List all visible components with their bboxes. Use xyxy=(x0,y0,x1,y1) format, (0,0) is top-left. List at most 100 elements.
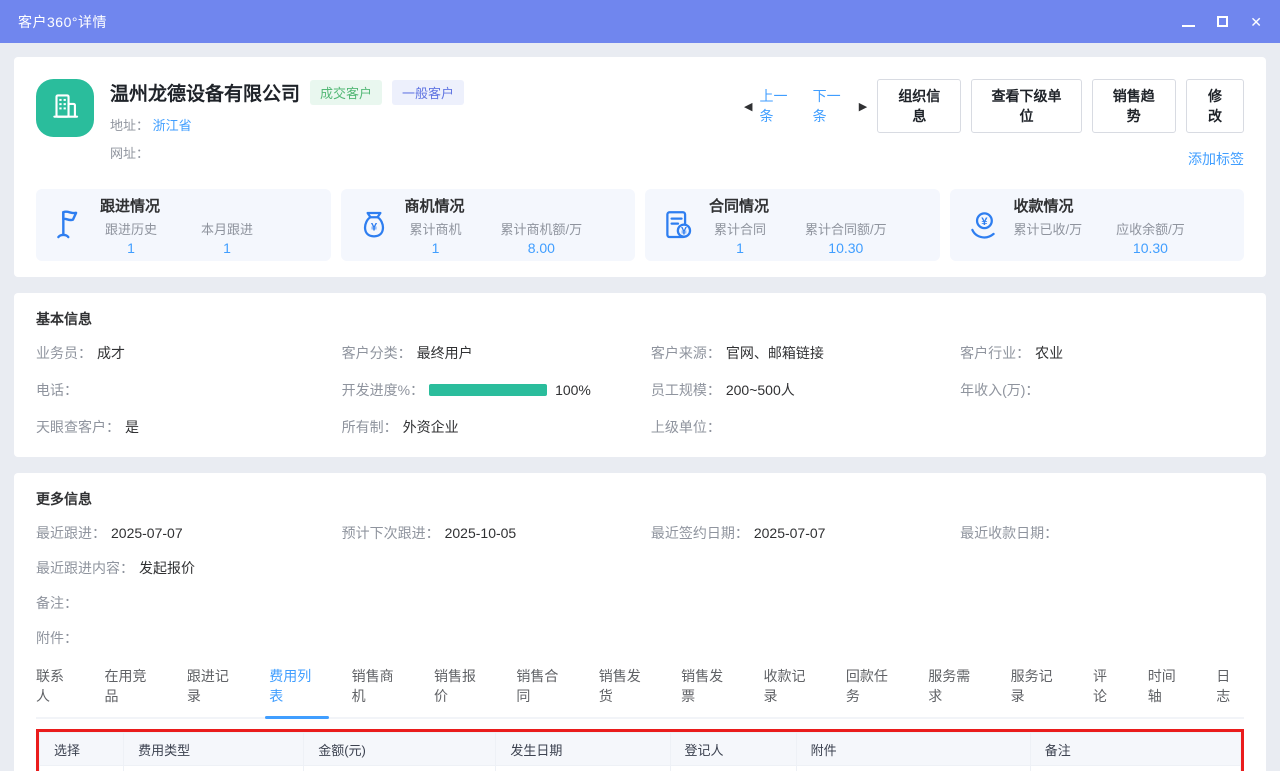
more-info-card: 更多信息 最近跟进： 2025-07-07 预计下次跟进： 2025-10-05… xyxy=(14,473,1266,771)
field-attachment: 附件： xyxy=(36,628,1244,648)
field-salesperson: 业务员： 成才 xyxy=(36,343,342,363)
sales-trend-button[interactable]: 销售趋势 xyxy=(1092,79,1176,133)
tab-collection-tasks[interactable]: 回款任务 xyxy=(846,666,901,717)
deal-customer-badge: 成交客户 xyxy=(310,80,382,105)
stat-card-title: 跟进情况 xyxy=(100,195,258,216)
svg-text:¥: ¥ xyxy=(681,225,687,237)
contract-stat-card: ¥ 合同情况 累计合同 1 累计合同额/万 10.30 xyxy=(645,189,940,261)
col-date: 发生日期 xyxy=(496,733,670,766)
field-remark: 备注： xyxy=(36,593,1244,613)
org-info-button[interactable]: 组织信息 xyxy=(877,79,961,133)
edit-button[interactable]: 修改 xyxy=(1186,79,1244,133)
cell-date: 2025-07-07 xyxy=(496,766,670,771)
window-controls: ✕ xyxy=(1182,15,1262,29)
field-empty xyxy=(960,417,1244,437)
metric-label: 累计合同额/万 xyxy=(805,219,887,238)
progress-bar xyxy=(429,384,547,396)
prev-record-link[interactable]: 上一条 xyxy=(759,86,798,126)
field-annual-income: 年收入(万)： xyxy=(960,380,1244,400)
expense-table: 选择 费用类型 金额(元) 发生日期 登记人 附件 备注 差旅费 999.00 xyxy=(39,732,1241,771)
tab-sales-contracts[interactable]: 销售合同 xyxy=(516,666,571,717)
customer-header-card: 温州龙德设备有限公司 成交客户 一般客户 地址： 浙江省 网址： ◀ 上一条 下… xyxy=(14,57,1266,277)
metric-label: 累计商机 xyxy=(409,219,461,238)
col-remark: 备注 xyxy=(1030,733,1240,766)
cell-expense-type: 差旅费 xyxy=(124,766,304,771)
metric-label: 累计已收/万 xyxy=(1014,219,1083,238)
tab-expense-list[interactable]: 费用列表 xyxy=(269,666,324,717)
field-dev-progress: 开发进度%： 100% xyxy=(342,380,651,400)
svg-text:¥: ¥ xyxy=(981,216,988,228)
col-amount: 金额(元) xyxy=(304,733,496,766)
view-subordinate-units-button[interactable]: 查看下级单位 xyxy=(971,79,1081,133)
cell-attachment xyxy=(796,766,1030,771)
metric-value: 1 xyxy=(432,240,440,256)
tab-followup-records[interactable]: 跟进记录 xyxy=(187,666,242,717)
tab-sales-quotes[interactable]: 销售报价 xyxy=(434,666,489,717)
metric-label: 应收余额/万 xyxy=(1116,219,1185,238)
col-attachment: 附件 xyxy=(796,733,1030,766)
field-next-followup: 预计下次跟进： 2025-10-05 xyxy=(342,523,651,543)
stat-cards-row: 跟进情况 跟进历史 1 本月跟进 1 xyxy=(36,189,1244,261)
tab-payment-records[interactable]: 收款记录 xyxy=(764,666,819,717)
tab-comments[interactable]: 评论 xyxy=(1093,666,1121,717)
basic-info-card: 基本信息 业务员： 成才 客户分类： 最终用户 客户来源： 官网、邮箱链接 客户… xyxy=(14,293,1266,457)
svg-text:¥: ¥ xyxy=(370,222,377,234)
stat-card-title: 合同情况 xyxy=(709,195,887,216)
payment-icon: ¥ xyxy=(966,207,1000,243)
tab-sales-shipments[interactable]: 销售发货 xyxy=(599,666,654,717)
cell-registrar: 成才 xyxy=(670,766,796,771)
maximize-icon[interactable] xyxy=(1217,15,1228,29)
next-arrow-icon[interactable]: ▶ xyxy=(859,100,867,113)
contract-icon: ¥ xyxy=(661,207,695,243)
tab-contacts[interactable]: 联系人 xyxy=(36,666,78,717)
table-row: 差旅费 999.00 2025-07-07 成才 xyxy=(40,766,1241,771)
company-avatar xyxy=(36,79,94,137)
address-label: 地址： xyxy=(110,118,149,133)
tab-timeline[interactable]: 时间轴 xyxy=(1148,666,1190,717)
field-last-payment-date: 最近收款日期： xyxy=(960,523,1244,543)
opportunity-stat-card: ¥ 商机情况 累计商机 1 累计商机额/万 8.00 xyxy=(341,189,636,261)
metric-label: 累计商机额/万 xyxy=(501,219,583,238)
col-expense-type: 费用类型 xyxy=(124,733,304,766)
field-last-sign-date: 最近签约日期： 2025-07-07 xyxy=(651,523,960,543)
field-customer-category: 客户分类： 最终用户 xyxy=(342,343,651,363)
stat-card-title: 商机情况 xyxy=(405,195,583,216)
basic-info-title: 基本信息 xyxy=(36,309,1244,329)
tab-sales-invoices[interactable]: 销售发票 xyxy=(681,666,736,717)
window-title: 客户360°详情 xyxy=(18,12,107,32)
tab-service-demands[interactable]: 服务需求 xyxy=(928,666,983,717)
website-label: 网址： xyxy=(110,146,149,161)
table-header-row: 选择 费用类型 金额(元) 发生日期 登记人 附件 备注 xyxy=(40,733,1241,766)
field-tianyancha-customer: 天眼查客户： 是 xyxy=(36,417,342,437)
tab-service-records[interactable]: 服务记录 xyxy=(1011,666,1066,717)
address-link[interactable]: 浙江省 xyxy=(153,118,192,133)
metric-value: 1 xyxy=(223,240,231,256)
metric-label: 本月跟进 xyxy=(201,219,253,238)
minimize-icon[interactable] xyxy=(1182,15,1195,29)
more-info-title: 更多信息 xyxy=(36,489,1244,509)
metric-label: 累计合同 xyxy=(714,219,766,238)
metric-value: 10.30 xyxy=(828,240,863,256)
tab-competing-products[interactable]: 在用竞品 xyxy=(105,666,160,717)
metric-value: 1 xyxy=(127,240,135,256)
next-record-link[interactable]: 下一条 xyxy=(813,86,852,126)
tab-logs[interactable]: 日志 xyxy=(1216,666,1244,717)
metric-value: 1 xyxy=(736,240,744,256)
col-select: 选择 xyxy=(40,733,124,766)
close-icon[interactable]: ✕ xyxy=(1250,15,1262,29)
window-titlebar: 客户360°详情 ✕ xyxy=(0,0,1280,43)
detail-tabs: 联系人 在用竞品 跟进记录 费用列表 销售商机 销售报价 销售合同 销售发货 销… xyxy=(36,666,1244,719)
prev-arrow-icon[interactable]: ◀ xyxy=(744,100,752,113)
col-registrar: 登记人 xyxy=(670,733,796,766)
field-customer-source: 客户来源： 官网、邮箱链接 xyxy=(651,343,960,363)
tab-sales-opportunities[interactable]: 销售商机 xyxy=(352,666,407,717)
page-body: 温州龙德设备有限公司 成交客户 一般客户 地址： 浙江省 网址： ◀ 上一条 下… xyxy=(0,43,1280,771)
money-bag-icon: ¥ xyxy=(357,207,391,243)
metric-label: 跟进历史 xyxy=(105,219,157,238)
field-ownership: 所有制： 外资企业 xyxy=(342,417,651,437)
add-tag-link[interactable]: 添加标签 xyxy=(1188,149,1244,169)
followup-stat-card: 跟进情况 跟进历史 1 本月跟进 1 xyxy=(36,189,331,261)
building-icon xyxy=(48,89,82,128)
general-customer-badge: 一般客户 xyxy=(392,80,464,105)
field-employee-scale: 员工规模： 200~500人 xyxy=(651,380,960,400)
